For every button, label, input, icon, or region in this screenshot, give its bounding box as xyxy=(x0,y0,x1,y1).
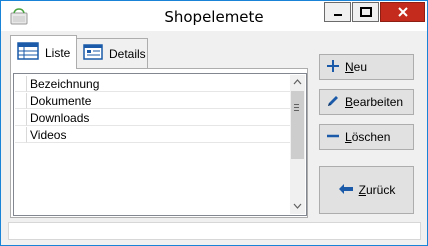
neu-button-label: Neu xyxy=(345,60,368,74)
tab-liste[interactable]: Liste xyxy=(10,35,77,69)
back-arrow-icon xyxy=(338,183,354,198)
chevron-up-icon xyxy=(293,79,302,85)
zurueck-button-label: Zurück xyxy=(358,183,396,197)
pencil-icon xyxy=(326,94,340,111)
maximize-icon xyxy=(359,7,372,17)
grid-list-icon xyxy=(17,42,39,63)
title-bar[interactable]: Shopelemete xyxy=(1,1,427,31)
tab-details-label: Details xyxy=(109,46,146,61)
loeschen-button[interactable]: Löschen xyxy=(319,124,414,150)
loeschen-button-label: Löschen xyxy=(345,130,391,144)
maximize-button[interactable] xyxy=(352,2,379,22)
scroll-up-button[interactable] xyxy=(290,75,305,90)
plus-icon xyxy=(326,59,340,76)
app-window: Shopelemete Liste Details Bezeichnung Do… xyxy=(0,0,428,246)
row-selector[interactable] xyxy=(15,75,27,92)
close-icon xyxy=(397,7,408,17)
list-item[interactable]: Videos xyxy=(15,126,292,143)
neu-button[interactable]: Neu xyxy=(319,54,414,80)
list-item[interactable]: Downloads xyxy=(15,109,292,126)
close-button[interactable] xyxy=(380,2,425,22)
bearbeiten-button-label: Bearbeiten xyxy=(345,95,404,109)
vertical-scrollbar[interactable] xyxy=(290,75,305,214)
row-selector[interactable] xyxy=(15,92,27,109)
scroll-down-button[interactable] xyxy=(290,199,305,214)
list-item-label: Bezeichnung xyxy=(27,76,292,92)
scroll-thumb[interactable] xyxy=(291,91,304,159)
list-item-label: Dokumente xyxy=(27,93,292,109)
status-bar xyxy=(8,222,421,240)
tab-liste-label: Liste xyxy=(45,45,71,60)
scroll-grip-icon xyxy=(294,104,299,113)
list-item-label: Downloads xyxy=(27,110,292,126)
minimize-button[interactable] xyxy=(324,2,351,22)
details-card-icon xyxy=(83,44,103,63)
chevron-down-icon xyxy=(293,203,302,209)
row-selector[interactable] xyxy=(15,109,27,126)
list-item[interactable]: Bezeichnung xyxy=(15,75,292,92)
minimize-icon xyxy=(333,14,342,16)
list-item-label: Videos xyxy=(27,127,292,143)
minus-icon xyxy=(326,129,340,146)
list-item[interactable]: Dokumente xyxy=(15,92,292,109)
item-list[interactable]: Bezeichnung Dokumente Downloads Videos xyxy=(13,73,307,216)
tab-details[interactable]: Details xyxy=(76,38,148,68)
bearbeiten-button[interactable]: Bearbeiten xyxy=(319,89,414,115)
row-selector[interactable] xyxy=(15,126,27,143)
zurueck-button[interactable]: Zurück xyxy=(319,166,414,214)
